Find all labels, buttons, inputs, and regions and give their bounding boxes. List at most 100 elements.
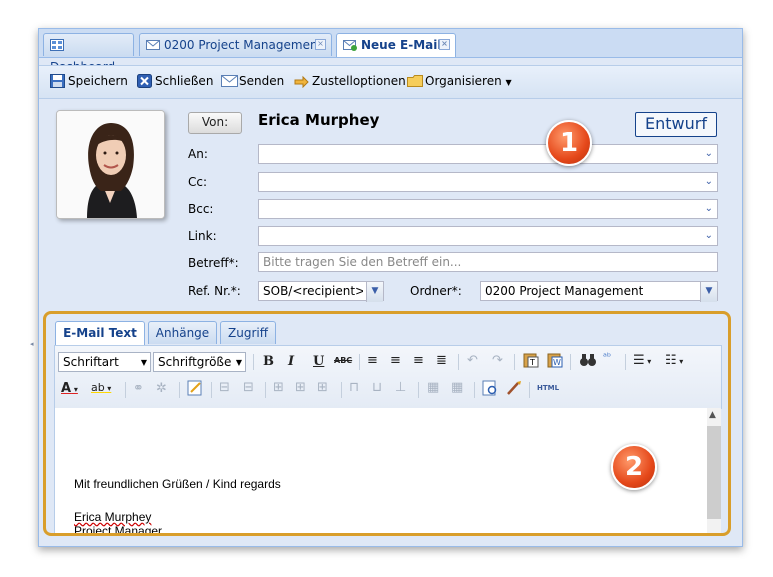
toolbar-divider bbox=[265, 382, 266, 398]
replace-icon[interactable]: ᵃᵇ bbox=[603, 352, 611, 363]
toolbar-divider bbox=[458, 354, 459, 370]
cc-field[interactable]: ⌄ bbox=[258, 172, 718, 192]
toolbar-divider bbox=[253, 354, 254, 370]
ref-number-combo[interactable]: SOB/<recipient>/ ▼ bbox=[258, 281, 384, 302]
tab-new-email[interactable]: Neue E-Mail × bbox=[336, 33, 456, 57]
callout-badge-1: 1 bbox=[546, 120, 592, 166]
table-cell-icon[interactable]: ▦ bbox=[451, 380, 463, 395]
font-family-select[interactable]: Schriftart ▼ bbox=[58, 352, 151, 372]
scrollbar-thumb[interactable] bbox=[707, 426, 721, 519]
close-x-icon bbox=[137, 74, 152, 88]
hand-pointer-icon bbox=[294, 74, 309, 89]
subject-label: Betreff*: bbox=[188, 256, 239, 270]
close-icon[interactable]: × bbox=[315, 39, 326, 50]
toolbar-divider bbox=[514, 354, 515, 370]
toolbar-divider bbox=[341, 382, 342, 398]
undo-icon[interactable]: ↶ bbox=[467, 353, 478, 368]
table-icon[interactable]: ⊟ bbox=[219, 380, 230, 395]
bold-button[interactable]: B bbox=[263, 354, 274, 369]
ref-number-value: SOB/<recipient>/ bbox=[263, 284, 363, 298]
collapse-handle-icon[interactable]: ◂ bbox=[30, 340, 34, 348]
chevron-down-icon[interactable]: ▼ bbox=[366, 282, 383, 302]
chevron-down-icon[interactable]: ▼ bbox=[700, 282, 717, 302]
tab-attachments[interactable]: Anhänge bbox=[148, 321, 217, 344]
toolbar-divider bbox=[211, 382, 212, 398]
link-chain-icon[interactable]: ⚭ bbox=[133, 381, 144, 396]
tab-label: Neue E-Mail bbox=[361, 38, 442, 52]
close-icon[interactable]: × bbox=[439, 39, 450, 50]
callout-badge-2: 2 bbox=[611, 444, 657, 490]
send-button[interactable]: Senden bbox=[221, 74, 284, 88]
preview-icon[interactable] bbox=[482, 380, 498, 400]
split-cells-icon[interactable]: ⊔ bbox=[372, 380, 382, 395]
italic-button[interactable]: I bbox=[288, 354, 294, 369]
chevron-down-icon[interactable]: ⌄ bbox=[705, 230, 713, 241]
font-color-icon[interactable]: A ▾ bbox=[61, 381, 78, 396]
unlink-icon[interactable]: ✲ bbox=[156, 381, 167, 396]
redo-icon[interactable]: ↷ bbox=[492, 353, 503, 368]
signature-greeting: Mit freundlichen Grüßen / Kind regards bbox=[74, 477, 281, 491]
bullet-list-icon[interactable]: ☰ ▾ bbox=[633, 353, 651, 368]
save-button[interactable]: Speichern bbox=[50, 74, 128, 88]
bcc-label: Bcc: bbox=[188, 202, 214, 216]
paste-text-icon[interactable]: T bbox=[523, 352, 539, 372]
tab-label: 0200 Project Management bbox=[164, 38, 323, 52]
ref-number-label: Ref. Nr.*: bbox=[188, 284, 241, 298]
paste-word-icon[interactable]: W bbox=[547, 352, 563, 372]
subject-input[interactable]: Bitte tragen Sie den Betreff ein... bbox=[258, 252, 718, 272]
table-grid-icon[interactable]: ▦ bbox=[427, 380, 439, 395]
highlight-color-icon[interactable]: ab ▾ bbox=[91, 381, 111, 394]
draft-status-badge: Entwurf bbox=[635, 112, 717, 137]
numbered-list-icon[interactable]: ☷ ▾ bbox=[665, 353, 683, 368]
subject-placeholder: Bitte tragen Sie den Betreff ein... bbox=[263, 255, 462, 269]
edit-source-icon[interactable] bbox=[187, 380, 203, 400]
svg-text:W: W bbox=[553, 358, 561, 367]
close-button[interactable]: Schließen bbox=[137, 74, 213, 88]
delete-column-icon[interactable]: ⊥ bbox=[395, 380, 406, 395]
toolbar-divider bbox=[418, 382, 419, 398]
toolbar-divider bbox=[179, 382, 180, 398]
folder-label: Ordner*: bbox=[410, 284, 462, 298]
organize-menu-button[interactable]: Organisieren ▼ bbox=[407, 74, 512, 88]
to-label: An: bbox=[188, 147, 208, 161]
chevron-down-icon[interactable]: ⌄ bbox=[705, 176, 713, 187]
toolbar-divider bbox=[359, 354, 360, 370]
chevron-down-icon[interactable]: ⌄ bbox=[705, 203, 713, 214]
dropdown-arrow-icon: ▼ bbox=[235, 358, 242, 367]
align-left-icon[interactable]: ≡ bbox=[367, 353, 378, 368]
merge-cells-icon[interactable]: ⊓ bbox=[349, 380, 359, 395]
dashboard-icon bbox=[50, 36, 64, 51]
bcc-field[interactable]: ⌄ bbox=[258, 199, 718, 219]
link-field[interactable]: ⌄ bbox=[258, 226, 718, 246]
tab-access[interactable]: Zugriff bbox=[220, 321, 276, 344]
find-binoculars-icon[interactable] bbox=[579, 352, 597, 372]
delivery-options-button[interactable]: Zustelloptionen bbox=[294, 74, 406, 89]
to-field[interactable]: ⌄ bbox=[258, 144, 718, 164]
align-justify-icon[interactable]: ≣ bbox=[436, 353, 447, 368]
chevron-down-icon[interactable]: ⌄ bbox=[705, 148, 713, 159]
editor-scrollbar[interactable]: ▲ bbox=[707, 408, 721, 533]
folder-combo[interactable]: 0200 Project Management ▼ bbox=[480, 281, 718, 302]
toolbar-divider bbox=[570, 354, 571, 370]
floppy-disk-icon bbox=[50, 74, 65, 88]
underline-button[interactable]: U bbox=[313, 354, 324, 369]
insert-row-icon[interactable]: ⊞ bbox=[273, 380, 284, 395]
tab-email-text[interactable]: E-Mail Text bbox=[55, 321, 145, 345]
folder-value: 0200 Project Management bbox=[485, 284, 644, 298]
table-properties-icon[interactable]: ⊟ bbox=[243, 380, 254, 395]
toolbar-divider bbox=[529, 382, 530, 398]
font-size-select[interactable]: Schriftgröße ▼ bbox=[153, 352, 246, 372]
scroll-up-icon[interactable]: ▲ bbox=[709, 410, 716, 420]
tab-project-management[interactable]: 0200 Project Management × bbox=[139, 33, 332, 56]
tab-dashboard[interactable]: Dashboard bbox=[43, 33, 134, 74]
delete-row-icon[interactable]: ⊞ bbox=[295, 380, 306, 395]
strikethrough-button[interactable]: ABC bbox=[334, 356, 352, 365]
from-button[interactable]: Von: bbox=[188, 112, 242, 134]
signature-title: Project Manager bbox=[74, 524, 163, 536]
align-center-icon[interactable]: ≡ bbox=[390, 353, 401, 368]
cleanup-brush-icon[interactable] bbox=[505, 380, 523, 400]
html-source-button[interactable]: HTML bbox=[537, 384, 559, 392]
action-toolbar: Speichern Schließen Senden Zustelloption… bbox=[39, 65, 742, 99]
insert-column-icon[interactable]: ⊞ bbox=[317, 380, 328, 395]
align-right-icon[interactable]: ≡ bbox=[413, 353, 424, 368]
